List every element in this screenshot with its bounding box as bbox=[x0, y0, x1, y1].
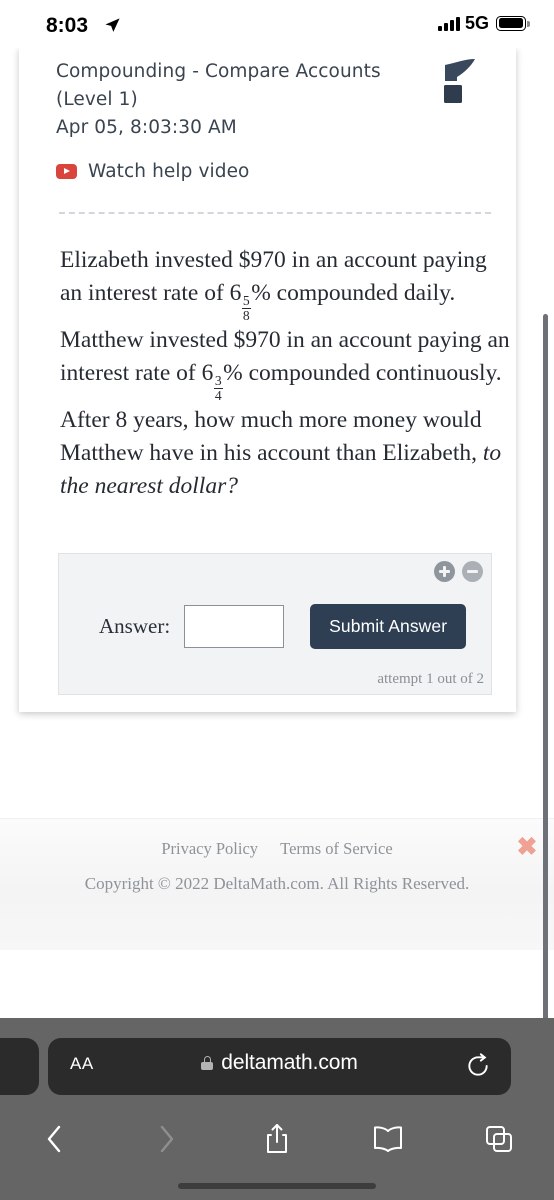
assignment-timestamp: Apr 05, 8:03:30 AM bbox=[56, 117, 237, 138]
privacy-policy-link[interactable]: Privacy Policy bbox=[161, 839, 258, 858]
answer-label: Answer: bbox=[99, 614, 171, 638]
chevron-right-icon bbox=[160, 1125, 174, 1153]
answer-panel: Answer: Submit Answer attempt 1 out of 2 bbox=[58, 553, 492, 695]
adjacent-tab-peek[interactable] bbox=[0, 1038, 39, 1095]
fraction-denominator: 4 bbox=[213, 388, 223, 404]
status-indicators: 5G bbox=[437, 13, 530, 33]
tabs-icon bbox=[485, 1126, 512, 1152]
bookmarks-button[interactable] bbox=[332, 1113, 443, 1165]
lock-icon bbox=[201, 1056, 214, 1070]
cellular-bars-icon bbox=[437, 16, 460, 31]
submit-answer-button[interactable]: Submit Answer bbox=[310, 604, 467, 649]
watch-help-video-label: Watch help video bbox=[88, 161, 250, 182]
fraction-denominator: 8 bbox=[241, 308, 251, 324]
section-divider bbox=[59, 212, 491, 214]
location-arrow-icon bbox=[105, 18, 120, 32]
footer-links: Privacy Policy Terms of Service bbox=[0, 839, 554, 859]
status-time: 8:03 bbox=[46, 14, 89, 37]
zoom-controls bbox=[434, 561, 483, 582]
url-display: deltamath.com bbox=[48, 1051, 511, 1075]
question-text: Elizabeth invested $970 in an account pa… bbox=[60, 244, 512, 503]
share-button[interactable] bbox=[222, 1113, 333, 1165]
watch-help-video-link[interactable]: Watch help video bbox=[56, 161, 249, 182]
deltamath-logo-icon bbox=[444, 59, 475, 103]
book-icon bbox=[373, 1126, 402, 1152]
share-icon bbox=[266, 1124, 287, 1153]
vertical-scrollbar[interactable] bbox=[543, 314, 548, 1018]
tabs-button[interactable] bbox=[443, 1113, 554, 1165]
forward-button[interactable] bbox=[111, 1113, 222, 1165]
assignment-title: Compounding - Compare Accounts (Level 1) bbox=[56, 61, 381, 110]
page-footer: Privacy Policy Terms of Service Copyrigh… bbox=[0, 818, 554, 950]
safari-browser-chrome: AA deltamath.com bbox=[0, 1018, 554, 1200]
battery-icon bbox=[496, 15, 530, 31]
problem-card: Compounding - Compare Accounts (Level 1)… bbox=[19, 48, 516, 712]
answer-row: Answer: Submit Answer bbox=[99, 604, 467, 649]
network-label: 5G bbox=[464, 13, 489, 33]
back-button[interactable] bbox=[0, 1113, 111, 1165]
minus-circle-icon[interactable] bbox=[462, 561, 483, 582]
browser-toolbar bbox=[0, 1113, 554, 1165]
terms-of-service-link[interactable]: Terms of Service bbox=[280, 839, 392, 858]
plus-circle-icon[interactable] bbox=[434, 561, 455, 582]
url-row: AA deltamath.com bbox=[0, 1038, 554, 1095]
reload-icon[interactable] bbox=[465, 1052, 491, 1080]
web-content-area: Compounding - Compare Accounts (Level 1)… bbox=[0, 48, 554, 1018]
youtube-play-icon bbox=[56, 164, 77, 179]
fraction-three-quarters: 34 bbox=[213, 372, 223, 404]
home-indicator bbox=[178, 1183, 376, 1189]
fraction-numerator: 5 bbox=[242, 293, 250, 309]
status-bar: 8:03 5G bbox=[0, 0, 554, 48]
answer-input[interactable] bbox=[184, 605, 285, 648]
footer-copyright: Copyright © 2022 DeltaMath.com. All Righ… bbox=[84, 874, 470, 893]
fraction-five-eighths: 58 bbox=[241, 293, 251, 324]
assignment-header: Compounding - Compare Accounts (Level 1)… bbox=[56, 58, 416, 142]
address-bar[interactable]: AA deltamath.com bbox=[48, 1038, 511, 1095]
attempt-counter: attempt 1 out of 2 bbox=[377, 671, 484, 687]
close-x-icon[interactable]: ✖ bbox=[516, 835, 538, 860]
chevron-left-icon bbox=[48, 1125, 61, 1153]
fraction-numerator: 3 bbox=[214, 372, 222, 388]
url-text: deltamath.com bbox=[221, 1051, 358, 1074]
